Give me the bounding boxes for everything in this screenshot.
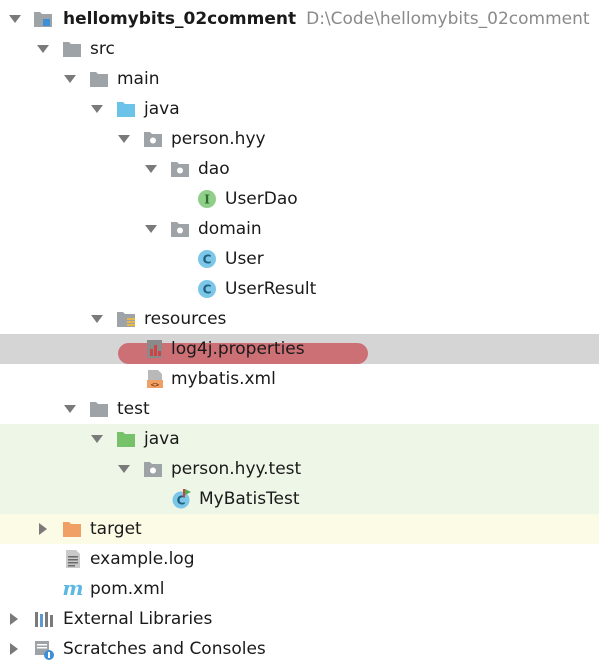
folder-icon: [62, 39, 82, 59]
tree-row-user[interactable]: C User: [0, 244, 599, 274]
project-name-text: hellomybits_02comment: [63, 9, 297, 29]
tree-label-mybatistest: MyBatisTest: [199, 489, 300, 509]
tree-row-log4j[interactable]: log4j.properties: [0, 334, 599, 364]
tree-label-domain: domain: [198, 219, 262, 239]
folder-icon: [89, 69, 109, 89]
tree-row-test[interactable]: test: [0, 394, 599, 424]
chevron-down-icon[interactable]: [7, 11, 23, 27]
tree-label-example-log: example.log: [90, 549, 195, 569]
chevron-down-icon[interactable]: [116, 131, 132, 147]
tree-label-person-hyy-test: person.hyy.test: [171, 459, 302, 479]
chevron-right-icon[interactable]: [35, 521, 51, 537]
tree-label-java-main: java: [144, 99, 180, 119]
tree-row-domain[interactable]: domain: [0, 214, 599, 244]
folder-icon: [89, 399, 109, 419]
tree-row-target[interactable]: target: [0, 514, 599, 544]
class-icon: C: [197, 279, 217, 299]
tree-label-userresult: UserResult: [225, 279, 317, 299]
tree-label-resources: resources: [144, 309, 227, 329]
tree-label-target: target: [90, 519, 142, 539]
tree-row-pom[interactable]: m pom.xml: [0, 574, 599, 604]
maven-icon: m: [62, 576, 83, 600]
tree-row-resources[interactable]: resources: [0, 304, 599, 334]
project-name: hellomybits_02comment D:\Code\hellomybits…: [63, 8, 590, 30]
tree-label-pom: pom.xml: [90, 579, 165, 599]
tree-row-external-libraries[interactable]: External Libraries: [0, 604, 599, 634]
tree-row-java-main[interactable]: java: [0, 94, 599, 124]
tree-row-src[interactable]: src: [0, 34, 599, 64]
source-folder-icon: [116, 99, 136, 119]
tree-label-external-libraries: External Libraries: [63, 609, 213, 629]
chevron-down-icon[interactable]: [89, 431, 105, 447]
chevron-down-icon[interactable]: [35, 41, 51, 57]
chevron-down-icon[interactable]: [62, 401, 78, 417]
maven-badge: m: [62, 579, 83, 599]
tree-row-scratches[interactable]: Scratches and Consoles: [0, 634, 599, 664]
package-icon: [170, 159, 190, 179]
libraries-icon: [34, 609, 54, 629]
class-badge: C: [203, 283, 212, 297]
class-badge: C: [203, 253, 212, 267]
package-icon: [143, 459, 163, 479]
excluded-folder-icon: [62, 519, 82, 539]
package-icon: [170, 219, 190, 239]
test-class-icon: C: [171, 489, 191, 509]
xml-badge: <>: [151, 381, 159, 389]
tree-row-person-hyy[interactable]: person.hyy: [0, 124, 599, 154]
tree-row-userresult[interactable]: C UserResult: [0, 274, 599, 304]
tree-row-mybatistest[interactable]: C MyBatisTest: [0, 484, 599, 514]
tree-row-person-hyy-test[interactable]: person.hyy.test: [0, 454, 599, 484]
tree-row-dao[interactable]: dao: [0, 154, 599, 184]
tree-label-dao: dao: [198, 159, 230, 179]
properties-file-icon: [145, 339, 165, 359]
tree-row-project[interactable]: hellomybits_02comment D:\Code\hellomybits…: [0, 4, 599, 34]
interface-icon: I: [197, 189, 217, 209]
interface-badge: I: [204, 193, 210, 207]
project-path: D:\Code\hellomybits_02comment: [306, 9, 590, 29]
chevron-down-icon[interactable]: [89, 101, 105, 117]
tree-label-main: main: [117, 69, 160, 89]
chevron-down-icon[interactable]: [62, 71, 78, 87]
scratches-icon: [34, 639, 54, 660]
package-icon: [143, 129, 163, 149]
tree-label-userdao: UserDao: [225, 189, 298, 209]
chevron-down-icon[interactable]: [89, 311, 105, 327]
tree-label-user: User: [225, 249, 264, 269]
tree-row-userdao[interactable]: I UserDao: [0, 184, 599, 214]
tree-label-java-test: java: [144, 429, 180, 449]
tree-row-java-test[interactable]: java: [0, 424, 599, 454]
tree-label-scratches: Scratches and Consoles: [63, 639, 266, 659]
class-icon: C: [197, 249, 217, 269]
tree-label-src: src: [90, 39, 115, 59]
tree-label-test: test: [117, 399, 150, 419]
tree-label-log4j: log4j.properties: [171, 339, 305, 359]
xml-file-icon: <>: [145, 369, 165, 389]
chevron-down-icon[interactable]: [116, 461, 132, 477]
chevron-down-icon[interactable]: [143, 221, 159, 237]
project-module-icon: [33, 9, 53, 29]
chevron-right-icon[interactable]: [6, 611, 22, 627]
project-tree: hellomybits_02comment D:\Code\hellomybits…: [0, 0, 599, 672]
resources-folder-icon: [116, 309, 136, 329]
tree-label-mybatis-xml: mybatis.xml: [171, 369, 276, 389]
test-source-folder-icon: [116, 429, 136, 449]
chevron-down-icon[interactable]: [143, 161, 159, 177]
chevron-right-icon[interactable]: [6, 641, 22, 657]
tree-label-person-hyy: person.hyy: [171, 129, 266, 149]
tree-row-mybatis-xml[interactable]: <> mybatis.xml: [0, 364, 599, 394]
text-file-icon: [63, 549, 83, 569]
tree-row-example-log[interactable]: example.log: [0, 544, 599, 574]
tree-row-main[interactable]: main: [0, 64, 599, 94]
